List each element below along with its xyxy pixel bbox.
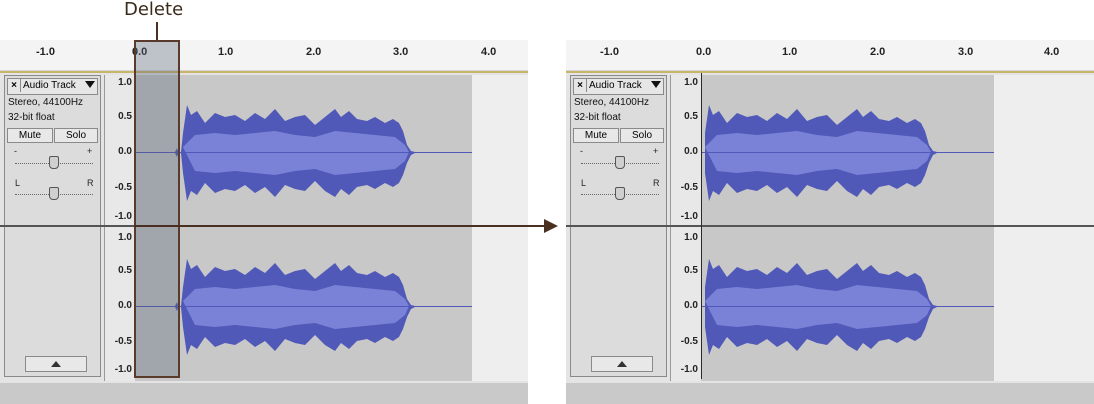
empty-timeline[interactable] xyxy=(472,75,528,381)
track-bit-depth: 32-bit float xyxy=(8,112,55,123)
vertical-scale: 1.0 0.5 0.0 -0.5 -1.0 1.0 0.5 0.0 -0.5 -… xyxy=(670,75,701,381)
collapse-button[interactable] xyxy=(591,356,653,372)
selected-region[interactable] xyxy=(134,40,180,378)
ruler-tick: -1.0 xyxy=(36,46,55,58)
scale-label: -1.0 xyxy=(114,364,132,375)
scale-label: 1.0 xyxy=(684,232,698,243)
collapse-arrow-icon xyxy=(51,361,61,367)
ruler-tick: 4.0 xyxy=(1044,46,1060,58)
gain-plus-label: + xyxy=(653,146,659,156)
transition-arrow-line xyxy=(134,225,546,227)
scale-label: 0.5 xyxy=(118,111,132,122)
scale-label: 0.5 xyxy=(118,265,132,276)
horizontal-scrollbar[interactable] xyxy=(0,383,528,404)
scale-label: 0.0 xyxy=(684,300,698,311)
callout-stem xyxy=(156,22,158,40)
scale-label: 0.0 xyxy=(684,146,698,157)
ruler-tick: -1.0 xyxy=(600,46,619,58)
ruler-tick: 2.0 xyxy=(870,46,886,58)
horizontal-scrollbar[interactable] xyxy=(566,383,1094,404)
audio-track: × Audio Track Stereo, 44100Hz 32-bit flo… xyxy=(0,71,528,383)
solo-button[interactable]: Solo xyxy=(620,128,664,143)
track-format: Stereo, 44100Hz xyxy=(574,97,650,108)
gain-knob[interactable] xyxy=(615,156,625,169)
pan-right-label: R xyxy=(87,178,94,188)
ruler-tick: 0.0 xyxy=(696,46,712,58)
close-icon[interactable]: × xyxy=(574,79,587,92)
scale-label: 0.5 xyxy=(684,265,698,276)
ruler-tick: 3.0 xyxy=(393,46,409,58)
scale-label: 0.0 xyxy=(118,300,132,311)
channel-separator xyxy=(566,225,1094,227)
scale-label: 1.0 xyxy=(118,232,132,243)
track-header[interactable]: × Audio Track xyxy=(7,78,98,95)
ruler-tick: 1.0 xyxy=(782,46,798,58)
track-format: Stereo, 44100Hz xyxy=(8,97,84,108)
scale-label: 1.0 xyxy=(684,77,698,88)
vertical-scale: 1.0 0.5 0.0 -0.5 -1.0 1.0 0.5 0.0 -0.5 -… xyxy=(104,75,135,381)
gain-minus-label: - xyxy=(580,146,583,156)
right-channel-waveform xyxy=(701,259,994,355)
scale-label: -0.5 xyxy=(114,182,132,193)
pan-knob[interactable] xyxy=(615,187,625,200)
delete-label: Delete xyxy=(124,0,184,20)
scale-label: 0.5 xyxy=(684,111,698,122)
ruler-tick: 3.0 xyxy=(958,46,974,58)
right-channel-waveform xyxy=(135,259,472,355)
collapse-arrow-icon xyxy=(617,361,627,367)
gain-minus-label: - xyxy=(14,146,17,156)
scale-label: -1.0 xyxy=(680,364,698,375)
pan-left-label: L xyxy=(581,178,587,188)
after-panel: -1.0 0.0 1.0 2.0 3.0 4.0 × Audio Track S… xyxy=(566,40,1094,404)
dropdown-arrow-icon[interactable] xyxy=(85,81,95,88)
edit-cursor xyxy=(701,73,702,379)
scale-label: 0.0 xyxy=(118,146,132,157)
timeline-ruler[interactable]: -1.0 0.0 1.0 2.0 3.0 4.0 xyxy=(0,40,528,71)
close-icon[interactable]: × xyxy=(8,79,21,92)
right-arrow-icon xyxy=(544,219,558,233)
ruler-tick: 2.0 xyxy=(306,46,322,58)
pan-knob[interactable] xyxy=(49,187,59,200)
scale-label: -1.0 xyxy=(680,211,698,222)
scale-label: -0.5 xyxy=(680,182,698,193)
ruler-tick: 4.0 xyxy=(481,46,497,58)
waveform-display[interactable] xyxy=(135,75,475,381)
audio-track: × Audio Track Stereo, 44100Hz 32-bit flo… xyxy=(566,71,1094,383)
before-panel: -1.0 0.0 1.0 2.0 3.0 4.0 × Audio Track S… xyxy=(0,40,528,404)
empty-timeline[interactable] xyxy=(994,75,1094,381)
solo-button[interactable]: Solo xyxy=(54,128,98,143)
scale-label: -1.0 xyxy=(114,211,132,222)
scale-label: -0.5 xyxy=(114,336,132,347)
ruler-tick: 1.0 xyxy=(218,46,234,58)
track-bit-depth: 32-bit float xyxy=(574,112,621,123)
gain-plus-label: + xyxy=(87,146,93,156)
scale-label: 1.0 xyxy=(118,77,132,88)
gain-knob[interactable] xyxy=(49,156,59,169)
collapse-button[interactable] xyxy=(25,356,87,372)
mute-button[interactable]: Mute xyxy=(573,128,619,143)
timeline-ruler[interactable]: -1.0 0.0 1.0 2.0 3.0 4.0 xyxy=(566,40,1094,71)
track-header[interactable]: × Audio Track xyxy=(573,78,664,95)
left-channel-waveform xyxy=(701,105,994,201)
left-channel-waveform xyxy=(135,105,472,201)
mute-button[interactable]: Mute xyxy=(7,128,53,143)
track-name[interactable]: Audio Track xyxy=(589,80,642,91)
scale-label: -0.5 xyxy=(680,336,698,347)
track-name[interactable]: Audio Track xyxy=(23,80,76,91)
pan-right-label: R xyxy=(653,178,660,188)
pan-left-label: L xyxy=(15,178,21,188)
waveform-display[interactable] xyxy=(701,75,1001,381)
dropdown-arrow-icon[interactable] xyxy=(651,81,661,88)
